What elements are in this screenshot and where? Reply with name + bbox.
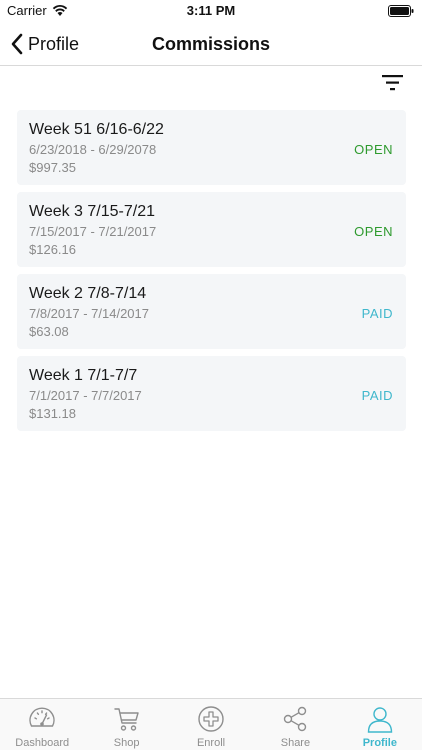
tab-label: Dashboard	[15, 737, 70, 749]
commission-amount: $63.08	[29, 324, 69, 339]
commission-amount: $997.35	[29, 160, 76, 175]
person-icon	[367, 707, 393, 733]
navigation-bar: Profile Commissions	[0, 22, 422, 66]
status-badge: PAID	[361, 388, 393, 403]
commission-card[interactable]: Week 51 6/16-6/22 6/23/2018 - 6/29/2078 …	[17, 110, 406, 185]
commission-amount: $131.18	[29, 406, 76, 421]
status-badge: OPEN	[354, 142, 393, 157]
commission-date-range: 7/8/2017 - 7/14/2017	[29, 306, 149, 321]
tab-share[interactable]: Share	[253, 699, 337, 750]
tab-label: Share	[280, 737, 311, 749]
plus-circle-icon	[198, 706, 224, 732]
tab-enroll[interactable]: Enroll	[169, 699, 253, 750]
commission-date-range: 6/23/2018 - 6/29/2078	[29, 142, 157, 157]
tab-dashboard[interactable]: Dashboard	[0, 699, 84, 750]
sort-icon[interactable]	[382, 74, 404, 92]
back-label: Profile	[28, 33, 80, 54]
battery-icon	[388, 5, 414, 17]
commission-list: Week 51 6/16-6/22 6/23/2018 - 6/29/2078 …	[17, 110, 406, 438]
commission-title: Week 1 7/1-7/7	[29, 367, 138, 384]
chevron-left-icon	[11, 33, 23, 55]
commission-card[interactable]: Week 1 7/1-7/7 7/1/2017 - 7/7/2017 $131.…	[17, 356, 406, 431]
status-badge: OPEN	[354, 224, 393, 239]
commission-title: Week 2 7/8-7/14	[29, 285, 147, 302]
status-bar: Carrier 3:11 PM	[0, 0, 422, 22]
commission-title: Week 51 6/16-6/22	[29, 121, 164, 138]
tab-label: Profile	[362, 737, 397, 749]
tab-label: Enroll	[196, 737, 226, 749]
tab-label: Shop	[113, 737, 140, 749]
status-badge: PAID	[361, 306, 393, 321]
commission-date-range: 7/1/2017 - 7/7/2017	[29, 388, 142, 403]
back-button[interactable]: Profile	[10, 31, 79, 57]
tab-profile[interactable]: Profile	[338, 699, 422, 750]
tab-shop[interactable]: Shop	[84, 699, 168, 750]
clock: 3:11 PM	[186, 3, 236, 18]
tab-bar: Dashboard Shop Enroll Share Profile	[0, 698, 422, 750]
share-icon	[284, 706, 307, 732]
commission-amount: $126.16	[29, 242, 76, 257]
speedometer-icon	[29, 707, 55, 727]
commission-title: Week 3 7/15-7/21	[29, 203, 156, 220]
commission-date-range: 7/15/2017 - 7/21/2017	[29, 224, 157, 239]
cart-icon	[113, 708, 139, 731]
commission-card[interactable]: Week 3 7/15-7/21 7/15/2017 - 7/21/2017 $…	[17, 192, 406, 267]
commission-card[interactable]: Week 2 7/8-7/14 7/8/2017 - 7/14/2017 $63…	[17, 274, 406, 349]
